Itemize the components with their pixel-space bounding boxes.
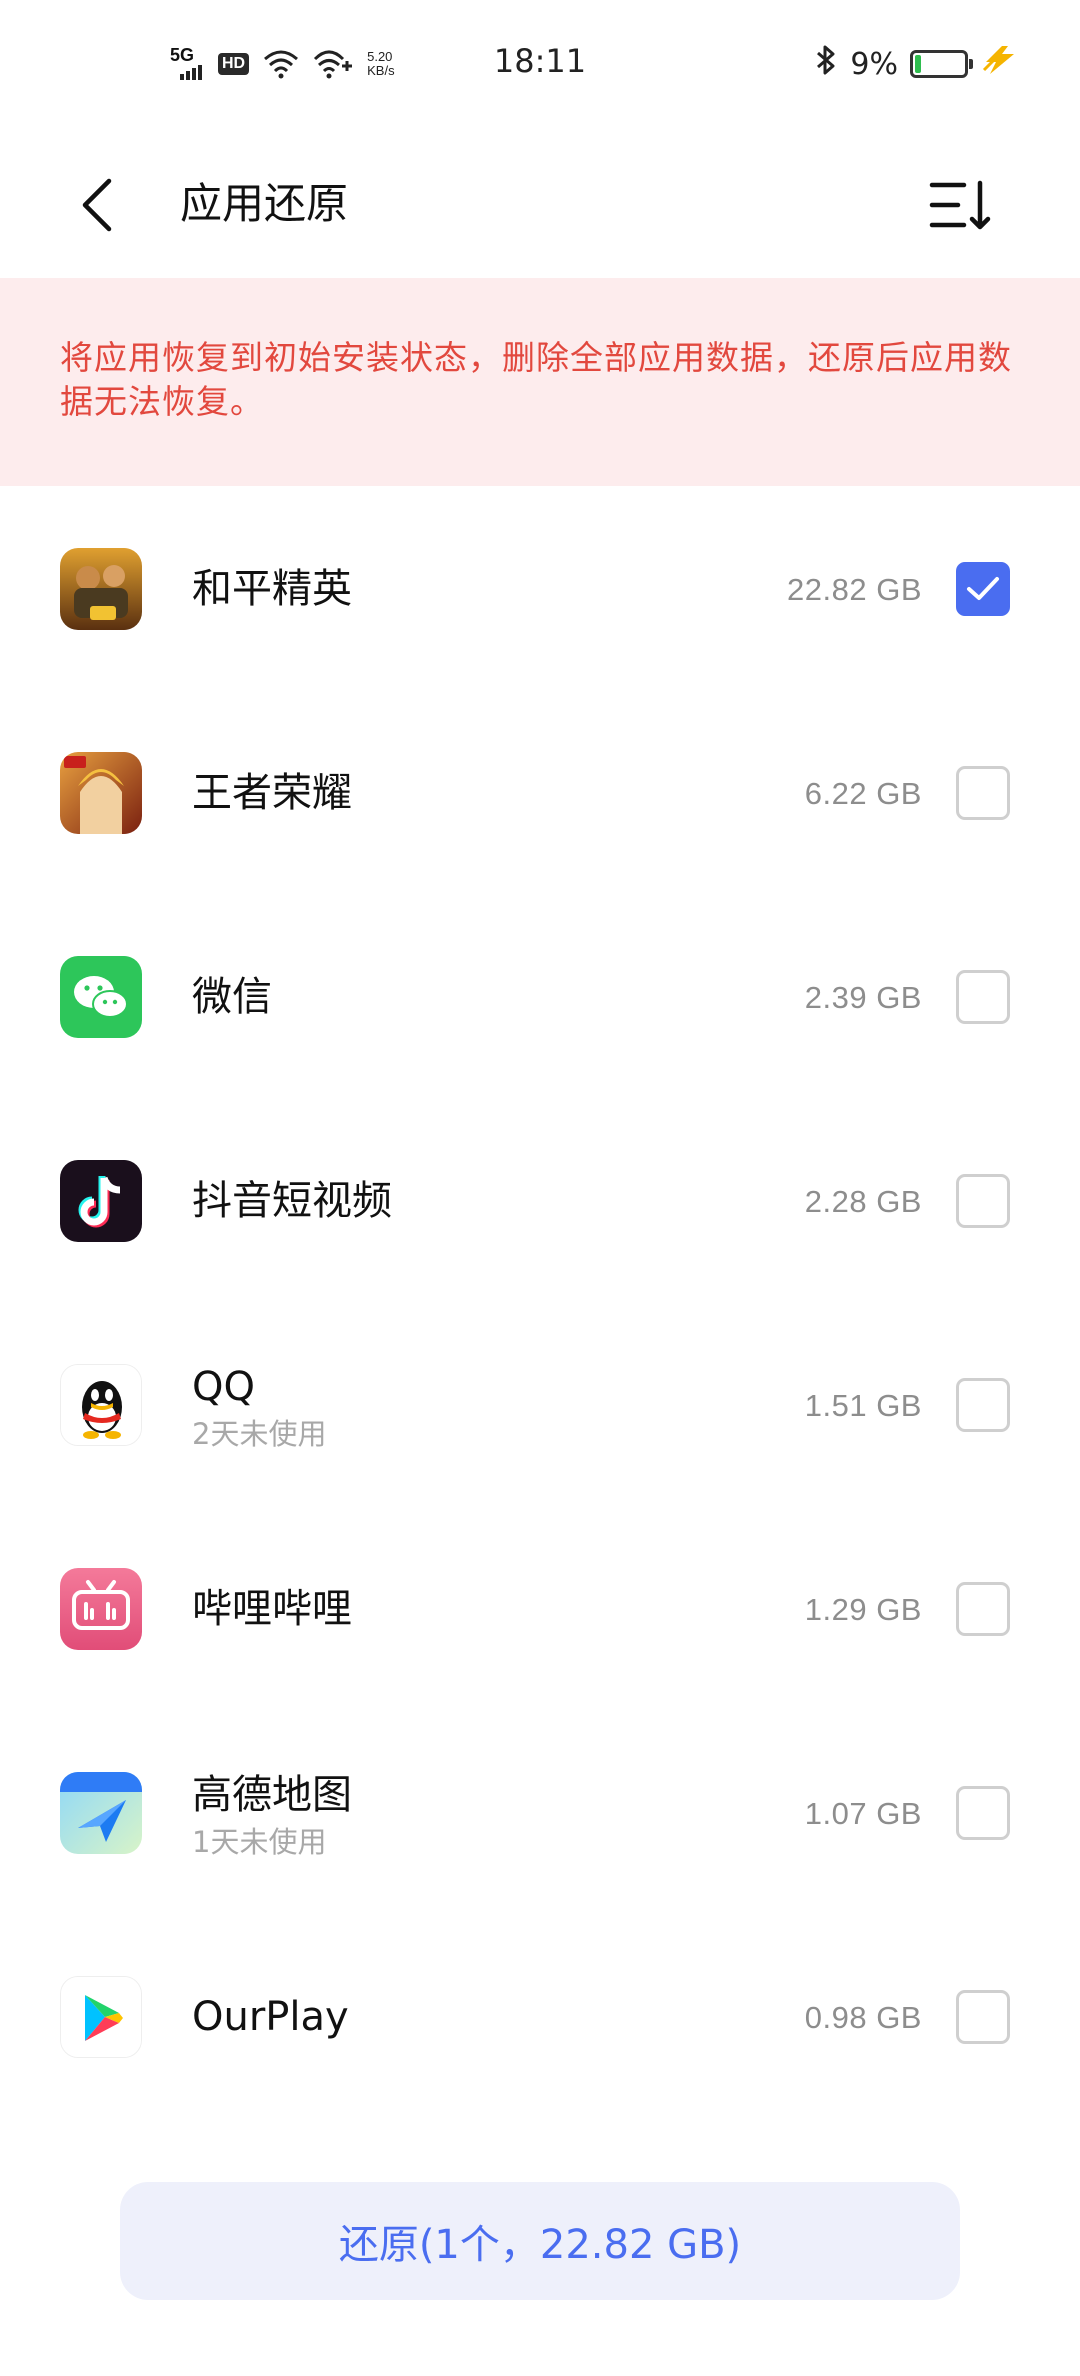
warning-banner: 将应用恢复到初始安装状态，删除全部应用数据，还原后应用数据无法恢复。	[0, 278, 1080, 486]
app-size: 1.29 GB	[804, 1592, 922, 1627]
app-name: 微信	[192, 974, 272, 1020]
pubg-icon	[60, 548, 142, 630]
app-size: 1.07 GB	[804, 1796, 922, 1831]
list-item[interactable]: QQ 2天未使用 1.51 GB	[0, 1302, 1080, 1506]
app-checkbox[interactable]	[956, 1786, 1010, 1840]
app-checkbox[interactable]	[956, 1990, 1010, 2044]
app-name: 王者荣耀	[192, 770, 352, 816]
bluetooth-icon	[814, 44, 838, 84]
app-name: OurPlay	[192, 1994, 349, 2040]
list-item[interactable]: 王者荣耀 6.22 GB	[0, 690, 1080, 894]
checkmark-icon	[967, 577, 999, 600]
list-item[interactable]: 微信 2.39 GB	[0, 894, 1080, 1098]
battery-icon	[910, 50, 973, 78]
back-arrow-icon	[82, 178, 112, 232]
list-item[interactable]: 高德地图 1天未使用 1.07 GB	[0, 1710, 1080, 1914]
sort-button[interactable]	[920, 170, 1000, 240]
app-checkbox[interactable]	[956, 1582, 1010, 1636]
app-checkbox[interactable]	[956, 1378, 1010, 1432]
page-title: 应用还原	[180, 179, 349, 228]
app-size: 22.82 GB	[787, 572, 922, 607]
restore-button[interactable]: 还原(1个，22.82 GB)	[120, 2182, 960, 2300]
list-item[interactable]: 哔哩哔哩 1.29 GB	[0, 1506, 1080, 1710]
app-size: 2.28 GB	[804, 1184, 922, 1219]
app-checkbox[interactable]	[956, 1174, 1010, 1228]
app-name: QQ	[192, 1364, 255, 1410]
app-header: 应用还原	[0, 130, 1080, 278]
wechat-icon	[60, 956, 142, 1038]
app-checkbox[interactable]	[956, 970, 1010, 1024]
warning-text: 将应用恢复到初始安装状态，删除全部应用数据，还原后应用数据无法恢复。	[60, 338, 1012, 421]
app-last-used: 2天未使用	[192, 1417, 327, 1451]
douyin-icon	[60, 1160, 142, 1242]
status-right: 9%	[814, 44, 1020, 84]
list-item[interactable]: 抖音短视频 2.28 GB	[0, 1098, 1080, 1302]
qq-icon	[60, 1364, 142, 1446]
ourplay-icon	[60, 1976, 142, 2058]
back-button[interactable]	[62, 170, 132, 240]
app-list: 和平精英 22.82 GB 王者荣耀 6.22 GB 微信 2.39 GB 抖音…	[0, 486, 1080, 2118]
bilibili-icon	[60, 1568, 142, 1650]
honor-of-kings-icon	[60, 752, 142, 834]
battery-percent: 9%	[850, 46, 898, 82]
app-size: 6.22 GB	[804, 776, 922, 811]
app-name: 和平精英	[192, 566, 352, 612]
app-size: 0.98 GB	[804, 2000, 922, 2035]
app-last-used: 1天未使用	[192, 1825, 327, 1859]
app-name: 抖音短视频	[192, 1178, 392, 1224]
list-item[interactable]: OurPlay 0.98 GB	[0, 1914, 1080, 2118]
list-item[interactable]: 和平精英 22.82 GB	[0, 486, 1080, 690]
app-checkbox[interactable]	[956, 562, 1010, 616]
charging-bolt-icon	[980, 44, 1020, 85]
status-bar: 5G HD 5.20 KB/s 18:11 9%	[0, 0, 1080, 130]
amap-icon	[60, 1772, 142, 1854]
app-name: 哔哩哔哩	[192, 1586, 352, 1632]
app-name: 高德地图	[192, 1772, 352, 1818]
app-size: 2.39 GB	[804, 980, 922, 1015]
app-checkbox[interactable]	[956, 766, 1010, 820]
sort-icon	[929, 180, 991, 230]
app-size: 1.51 GB	[804, 1388, 922, 1423]
